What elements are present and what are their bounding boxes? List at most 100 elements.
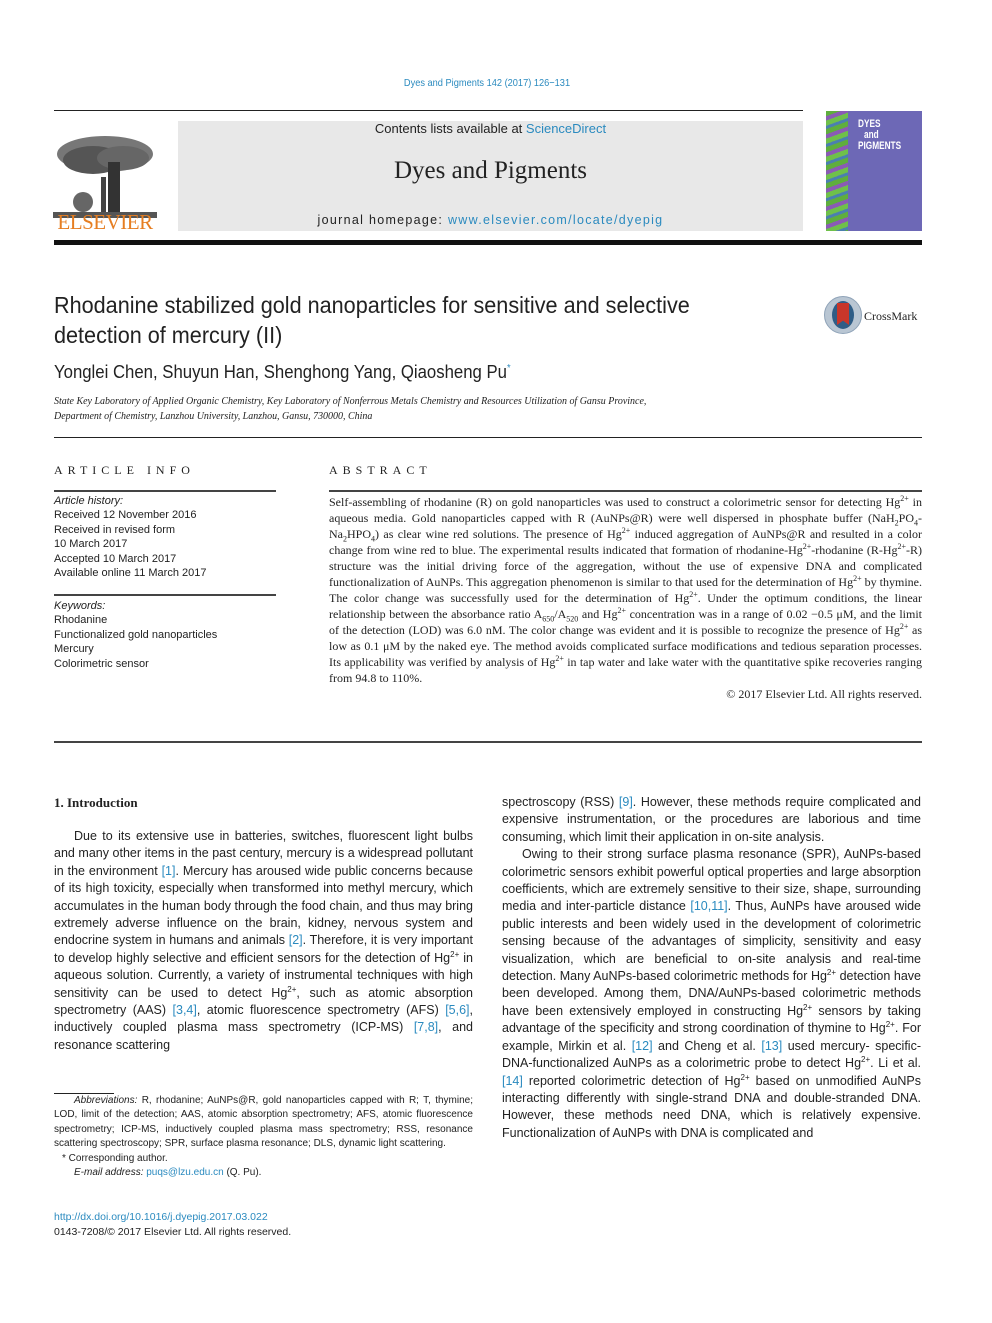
charge: 2+ xyxy=(689,590,698,599)
email-suffix: (Q. Pu). xyxy=(223,1167,262,1179)
journal-title: Dyes and Pigments xyxy=(393,157,588,184)
abstract-text: Self-assembling of rhodanine (R) on gold… xyxy=(329,495,901,509)
abstract-text: and Hg xyxy=(578,607,618,621)
body-column-right: spectroscopy (RSS) [9]. However, these m… xyxy=(502,794,921,1142)
authors-text: Yonglei Chen, Shuyun Han, Shenghong Yang… xyxy=(54,362,507,382)
body-text: spectroscopy (RSS) xyxy=(502,795,619,809)
doi-link[interactable]: http://dx.doi.org/10.1016/j.dyepig.2017.… xyxy=(54,1211,268,1223)
reference-link[interactable]: [5,6] xyxy=(445,1003,469,1017)
cover-title-line: PIGMENTS xyxy=(858,140,902,152)
charge: 2+ xyxy=(897,542,906,551)
footnotes: Abbreviations: R, rhodanine; AuNPs@R, go… xyxy=(54,1094,473,1180)
contents-line: Contents lists available at ScienceDirec… xyxy=(178,121,803,136)
charge: 2+ xyxy=(621,526,631,535)
abbreviations-label: Abbreviations: xyxy=(74,1095,138,1106)
charge: 2+ xyxy=(450,949,460,959)
charge: 2+ xyxy=(900,494,909,503)
keywords-rule xyxy=(54,594,276,596)
contents-prefix: Contents lists available at xyxy=(374,121,526,136)
abbreviations-footnote: Abbreviations: R, rhodanine; AuNPs@R, go… xyxy=(54,1094,473,1152)
body-paragraph: Due to its extensive use in batteries, s… xyxy=(54,828,473,1054)
crossmark-label: CrossMark xyxy=(864,309,918,323)
reference-link[interactable]: [13] xyxy=(761,1039,782,1053)
cover-art-stripe xyxy=(826,111,848,231)
history-item: Received 12 November 2016 xyxy=(54,509,197,522)
keyword-item: Rhodanine xyxy=(54,614,108,627)
abstract-body: Self-assembling of rhodanine (R) on gold… xyxy=(329,494,922,702)
keyword-item: Functionalized gold nanoparticles xyxy=(54,628,218,641)
header-thick-rule xyxy=(54,240,922,245)
affiliation: State Key Laboratory of Applied Organic … xyxy=(54,395,776,424)
reference-link[interactable]: [10,11] xyxy=(690,899,727,913)
reference-link[interactable]: [9] xyxy=(619,795,633,809)
abstract-text: PO xyxy=(898,511,914,525)
reference-link[interactable]: [14] xyxy=(502,1074,523,1088)
article-info-heading: ARTICLE INFO xyxy=(54,463,195,477)
reference-link[interactable]: [2] xyxy=(289,933,303,947)
body-text: . Li et al. xyxy=(870,1056,921,1071)
issn-copyright: 0143-7208/© 2017 Elsevier Ltd. All right… xyxy=(54,1226,292,1238)
reference-link[interactable]: [1] xyxy=(162,864,176,878)
keyword-item: Colorimetric sensor xyxy=(54,657,149,670)
crossmark-icon xyxy=(824,296,862,334)
author-list: Yonglei Chen, Shuyun Han, Shenghong Yang… xyxy=(54,362,511,383)
history-item: Received in revised form xyxy=(54,523,176,536)
section-rule xyxy=(54,741,922,743)
abstract-heading: ABSTRACT xyxy=(329,463,432,477)
history-item: Available online 11 March 2017 xyxy=(54,567,207,580)
corresponding-author-link[interactable]: * xyxy=(507,363,511,374)
homepage-link[interactable]: www.elsevier.com/locate/dyepig xyxy=(448,213,663,227)
corresponding-footnote: * Corresponding author. xyxy=(62,1152,168,1164)
article-title: Rhodanine stabilized gold nanoparticles … xyxy=(54,290,750,350)
history-label: Article history: xyxy=(54,495,124,507)
keyword-item: Mercury xyxy=(54,643,94,656)
article-history: Article history: Received 12 November 20… xyxy=(54,494,284,580)
body-text: reported colorimetric detection of Hg xyxy=(522,1073,741,1088)
journal-cover-image: DYES and PIGMENTS xyxy=(826,111,922,231)
keywords: Keywords: Rhodanine Functionalized gold … xyxy=(54,599,284,671)
affiliation-line: Department of Chemistry, Lanzhou Univers… xyxy=(54,410,373,422)
email-link[interactable]: puqs@lzu.edu.cn xyxy=(146,1167,223,1178)
abstract-text: HPO xyxy=(347,527,372,541)
reference-link[interactable]: [3,4] xyxy=(173,1003,197,1017)
affiliation-line: State Key Laboratory of Applied Organic … xyxy=(54,396,647,407)
homepage-label: journal homepage: xyxy=(317,213,448,227)
charge: 2+ xyxy=(555,654,564,663)
affiliation-rule xyxy=(54,437,922,438)
reference-link[interactable]: [12] xyxy=(632,1039,653,1053)
cover-title: DYES and PIGMENTS xyxy=(858,119,901,152)
crossmark-button[interactable]: CrossMark xyxy=(824,296,924,336)
article-title-line: detection of mercury (II) xyxy=(54,322,283,348)
reference-link[interactable]: [7,8] xyxy=(414,1020,438,1034)
charge: 2+ xyxy=(617,606,626,615)
body-text: and Cheng et al. xyxy=(652,1038,762,1053)
introduction-heading: 1. Introduction xyxy=(54,795,138,810)
keywords-label: Keywords: xyxy=(54,600,106,612)
charge: 2+ xyxy=(802,542,812,551)
charge: 2+ xyxy=(826,967,837,977)
article-info-rule xyxy=(54,490,276,492)
abstract-text: /A xyxy=(554,607,567,621)
history-item: 10 March 2017 xyxy=(54,538,128,551)
abstract-copyright: © 2017 Elsevier Ltd. All rights reserved… xyxy=(726,687,922,701)
elsevier-wordmark: ELSEVIER xyxy=(57,210,153,234)
header-rule xyxy=(54,110,803,111)
journal-citation-link[interactable]: Dyes and Pigments 142 (2017) 126−131 xyxy=(58,77,915,89)
body-column-left: Due to its extensive use in batteries, s… xyxy=(54,828,473,1054)
journal-homepage: journal homepage: www.elsevier.com/locat… xyxy=(178,213,803,227)
sciencedirect-link[interactable]: ScienceDirect xyxy=(526,121,606,136)
abstract-rule xyxy=(329,490,922,492)
charge: 2+ xyxy=(740,1072,750,1082)
charge: 2+ xyxy=(885,1020,895,1030)
charge: 2+ xyxy=(861,1054,871,1064)
article-title-line: Rhodanine stabilized gold nanoparticles … xyxy=(54,292,690,318)
email-footnote: E-mail address: puqs@lzu.edu.cn (Q. Pu). xyxy=(54,1166,473,1180)
charge: 2+ xyxy=(853,574,862,583)
charge: 2+ xyxy=(803,1002,813,1012)
abstract-text: ) as clear wine red solutions. The prese… xyxy=(375,527,622,541)
body-paragraph: spectroscopy (RSS) [9]. However, these m… xyxy=(502,794,921,846)
body-paragraph: Owing to their strong surface plasma res… xyxy=(502,846,921,1142)
abstract-text: -rhodanine (R-Hg xyxy=(811,543,898,557)
history-item: Accepted 10 March 2017 xyxy=(54,552,177,565)
body-text: , atomic fluorescence spectrometry (AFS) xyxy=(196,1003,446,1018)
